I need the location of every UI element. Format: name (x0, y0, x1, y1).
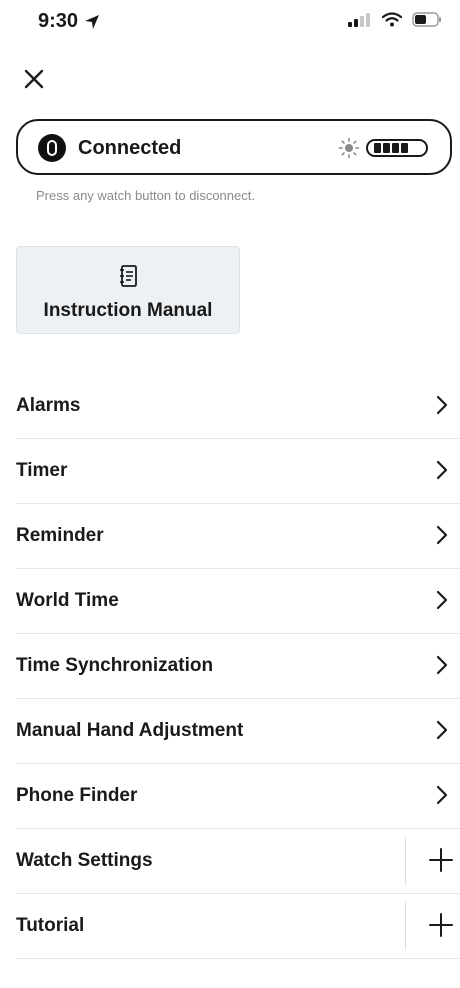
menu-item-label: Alarms (16, 395, 81, 416)
settings-menu: Alarms Timer Reminder World Time Time Sy… (16, 374, 460, 959)
connection-card: Connected (16, 119, 452, 175)
sun-icon (338, 137, 360, 159)
manual-icon (120, 265, 137, 287)
menu-item-tutorial[interactable]: Tutorial (16, 894, 460, 959)
chevron-right-icon (436, 525, 448, 545)
menu-item-label: Phone Finder (16, 785, 138, 806)
chevron-right-icon (436, 395, 448, 415)
plus-icon[interactable] (428, 912, 454, 938)
plus-icon[interactable] (428, 847, 454, 873)
signal-icon (348, 12, 370, 27)
close-icon[interactable] (20, 65, 48, 93)
wifi-icon (382, 12, 402, 27)
menu-item-time-synchronization[interactable]: Time Synchronization (16, 634, 460, 699)
connection-label: Connected (78, 137, 182, 159)
menu-item-manual-hand-adjustment[interactable]: Manual Hand Adjustment (16, 699, 460, 764)
menu-item-phone-finder[interactable]: Phone Finder (16, 764, 460, 829)
menu-item-timer[interactable]: Timer (16, 439, 460, 504)
battery-icon (412, 12, 441, 27)
watch-battery-icon (366, 139, 428, 157)
menu-item-label: Tutorial (16, 915, 85, 936)
status-icons (348, 12, 442, 27)
menu-item-label: Reminder (16, 525, 104, 546)
menu-item-label: Watch Settings (16, 850, 153, 871)
divider (405, 837, 406, 885)
instruction-manual-label: Instruction Manual (43, 300, 213, 321)
instruction-manual-button[interactable]: Instruction Manual (16, 246, 240, 334)
menu-item-alarms[interactable]: Alarms (16, 374, 460, 439)
menu-item-label: World Time (16, 590, 119, 611)
connection-status (338, 137, 430, 159)
chevron-right-icon (436, 460, 448, 480)
menu-item-watch-settings[interactable]: Watch Settings (16, 829, 460, 894)
chevron-right-icon (436, 785, 448, 805)
status-time: 9:30 (38, 10, 100, 33)
menu-item-world-time[interactable]: World Time (16, 569, 460, 634)
chevron-right-icon (436, 590, 448, 610)
disconnect-hint: Press any watch button to disconnect. (36, 188, 255, 203)
status-time-text: 9:30 (38, 10, 79, 32)
watch-logo-icon (38, 134, 66, 162)
chevron-right-icon (436, 720, 448, 740)
divider (405, 902, 406, 950)
status-bar: 9:30 (0, 0, 460, 44)
menu-item-label: Time Synchronization (16, 655, 214, 676)
location-arrow-icon (85, 14, 100, 29)
menu-item-label: Manual Hand Adjustment (16, 720, 244, 741)
menu-item-label: Timer (16, 460, 68, 481)
chevron-right-icon (436, 655, 448, 675)
menu-item-reminder[interactable]: Reminder (16, 504, 460, 569)
